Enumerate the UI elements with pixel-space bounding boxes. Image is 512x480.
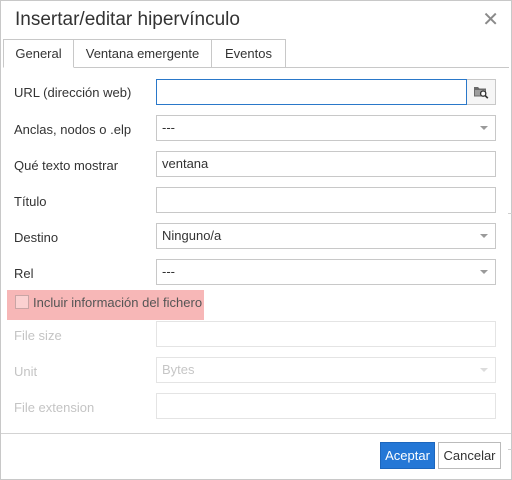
anchors-label: Anclas, nodos o .elp bbox=[14, 122, 132, 137]
unit-value: Bytes bbox=[162, 362, 195, 377]
dialog-title: Insertar/editar hipervínculo bbox=[15, 9, 240, 30]
include-file-info-checkbox[interactable] bbox=[15, 295, 29, 309]
chevron-down-icon bbox=[480, 126, 488, 130]
anchors-select[interactable]: --- bbox=[156, 115, 496, 141]
unit-label: Unit bbox=[14, 364, 38, 379]
text-to-display-label: Qué texto mostrar bbox=[14, 158, 119, 173]
tab-bar: General Ventana emergente Eventos bbox=[3, 39, 509, 68]
chevron-down-icon bbox=[480, 368, 488, 372]
chevron-down-icon bbox=[480, 234, 488, 238]
tab-popup-window[interactable]: Ventana emergente bbox=[74, 39, 212, 67]
browse-button[interactable] bbox=[467, 79, 496, 105]
ok-button[interactable]: Aceptar bbox=[380, 442, 435, 469]
file-extension-input bbox=[156, 393, 496, 419]
background-edge bbox=[508, 449, 512, 450]
rel-label: Rel bbox=[14, 266, 34, 281]
url-input[interactable] bbox=[156, 79, 467, 105]
unit-select: Bytes bbox=[156, 357, 496, 383]
url-label: URL (dirección web) bbox=[14, 85, 132, 100]
target-label: Destino bbox=[14, 230, 59, 245]
link-dialog: Insertar/editar hipervínculo ✕ General V… bbox=[0, 0, 512, 480]
anchors-value: --- bbox=[162, 120, 175, 135]
file-size-label: File size bbox=[14, 328, 62, 343]
target-select[interactable]: Ninguno/a bbox=[156, 223, 496, 249]
folder-search-icon bbox=[474, 87, 489, 99]
rel-select[interactable]: --- bbox=[156, 259, 496, 285]
tab-events[interactable]: Eventos bbox=[212, 39, 286, 67]
close-icon[interactable]: ✕ bbox=[482, 10, 499, 30]
include-file-info-label[interactable]: Incluir información del fichero bbox=[33, 295, 202, 311]
title-label: Título bbox=[14, 194, 47, 209]
file-extension-label: File extension bbox=[14, 400, 95, 415]
title-input[interactable] bbox=[156, 187, 496, 213]
background-edge bbox=[508, 213, 512, 214]
file-size-input bbox=[156, 321, 496, 347]
target-value: Ninguno/a bbox=[162, 228, 222, 243]
text-to-display-input[interactable]: ventana bbox=[156, 151, 496, 177]
rel-value: --- bbox=[162, 264, 175, 279]
cancel-button[interactable]: Cancelar bbox=[438, 442, 501, 469]
footer-divider bbox=[1, 433, 511, 434]
chevron-down-icon bbox=[480, 270, 488, 274]
tab-general[interactable]: General bbox=[3, 39, 74, 68]
